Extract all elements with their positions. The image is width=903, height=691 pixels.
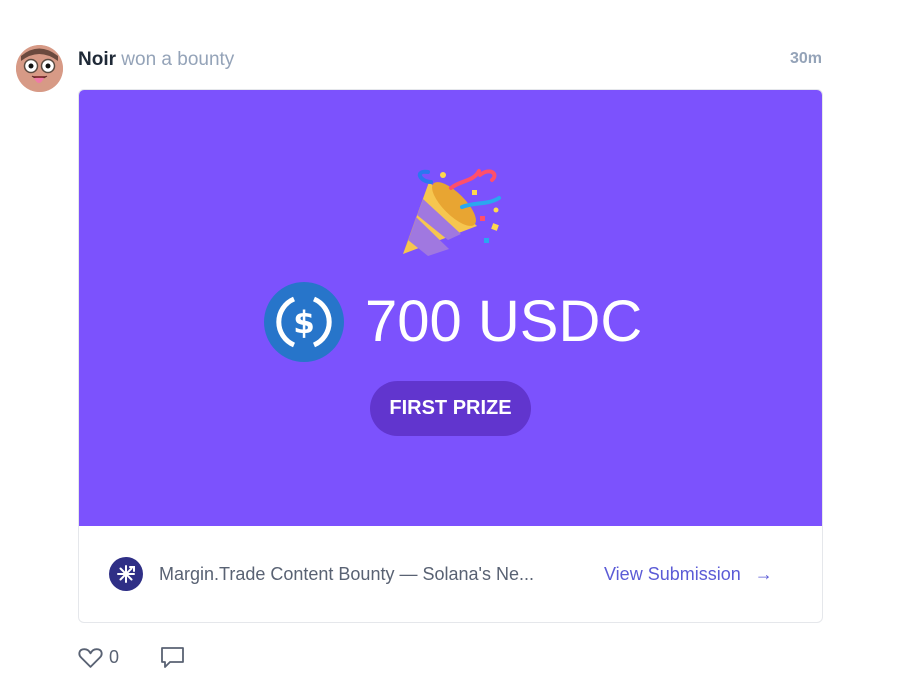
bounty-footer: Margin.Trade Content Bounty — Solana's N… [79, 526, 822, 622]
post-actions: 0 [78, 645, 186, 670]
comment-icon[interactable] [159, 645, 186, 670]
project-logo-icon [109, 557, 143, 591]
view-submission-link[interactable]: View Submission → [604, 562, 773, 586]
bounty-title[interactable]: Margin.Trade Content Bounty — Solana's N… [159, 562, 587, 586]
arrow-right-icon: → [754, 564, 773, 584]
prize-amount: 700 USDC [365, 289, 643, 354]
heart-icon[interactable] [78, 646, 103, 669]
timestamp: 30m [789, 50, 822, 67]
bounty-card[interactable]: $ 700 USDC FIRST PRIZE Margin.Trade Cont… [78, 89, 823, 623]
post-header: Noir won a bounty [78, 48, 234, 72]
username[interactable]: Noir [78, 49, 116, 70]
usdc-icon: $ [264, 282, 344, 362]
view-submission-label: View Submission [604, 564, 741, 584]
prize-badge: FIRST PRIZE [370, 381, 531, 436]
action-text: won a bounty [121, 49, 235, 70]
party-popper-icon [403, 169, 501, 256]
prize-banner: $ 700 USDC FIRST PRIZE [79, 90, 822, 526]
svg-text:$: $ [293, 305, 315, 341]
like-count: 0 [109, 647, 120, 667]
user-avatar[interactable] [16, 45, 63, 92]
